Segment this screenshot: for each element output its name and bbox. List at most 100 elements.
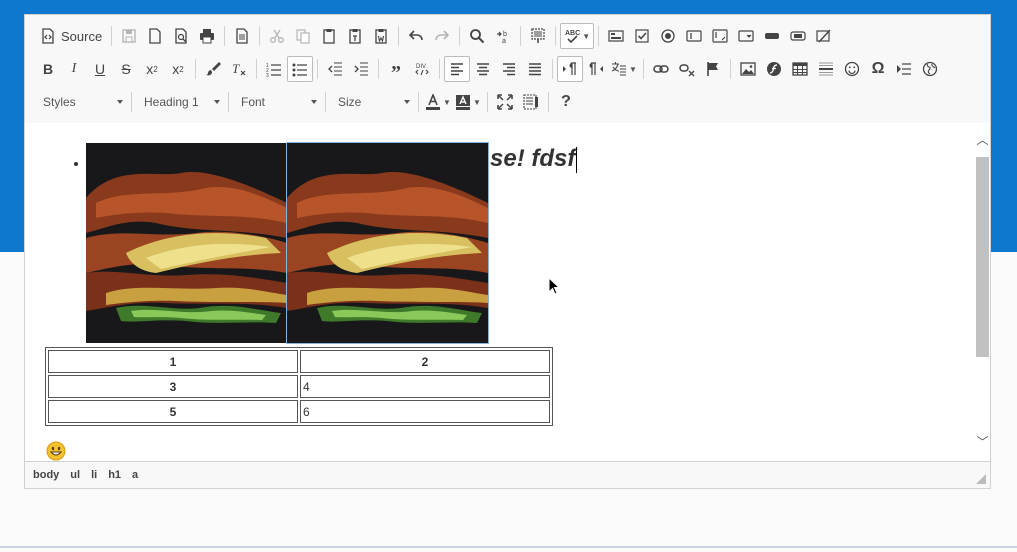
- svg-text:ABC: ABC: [565, 30, 580, 37]
- scroll-down-icon[interactable]: ﹀: [975, 435, 990, 449]
- image-button-button[interactable]: [785, 23, 811, 49]
- form-button[interactable]: [603, 23, 629, 49]
- image-button[interactable]: [735, 56, 761, 82]
- scrollbar-thumb[interactable]: [976, 157, 989, 357]
- text-color-button[interactable]: ▼: [423, 89, 453, 115]
- flash-button[interactable]: [761, 56, 787, 82]
- path-item-a[interactable]: a: [132, 469, 138, 481]
- increase-indent-button[interactable]: [348, 56, 374, 82]
- table-cell[interactable]: 3: [48, 375, 298, 398]
- styles-dropdown[interactable]: Styles: [35, 90, 127, 114]
- page-bottom-line: [0, 546, 1017, 548]
- redo-button[interactable]: [429, 23, 455, 49]
- toolbar-separator: [520, 26, 522, 46]
- paste-button[interactable]: [316, 23, 342, 49]
- copy-button[interactable]: [290, 23, 316, 49]
- radio-button[interactable]: [655, 23, 681, 49]
- maximize-button[interactable]: [492, 89, 518, 115]
- new-page-button[interactable]: [142, 23, 168, 49]
- editor-content[interactable]: se! fdsf 1 2 3 4 5 6: [25, 123, 990, 461]
- inline-image[interactable]: [86, 143, 287, 343]
- toolbar-separator: [111, 26, 113, 46]
- globe-icon: [922, 61, 938, 77]
- horizontal-rule-button[interactable]: [813, 56, 839, 82]
- select-all-button[interactable]: [525, 23, 551, 49]
- maximize-icon: [497, 94, 513, 110]
- templates-button[interactable]: [229, 23, 255, 49]
- remove-format-button[interactable]: T: [226, 56, 252, 82]
- language-button[interactable]: ▼: [609, 56, 639, 82]
- italic-button[interactable]: I: [61, 56, 87, 82]
- special-character-button[interactable]: Ω: [865, 56, 891, 82]
- table-cell[interactable]: 6: [300, 400, 550, 423]
- table-cell[interactable]: 4: [300, 375, 550, 398]
- scroll-up-icon[interactable]: ︿: [975, 133, 990, 147]
- heading-text[interactable]: se! fdsf: [490, 143, 578, 175]
- help-button[interactable]: ?: [553, 89, 579, 115]
- select-field-button[interactable]: [733, 23, 759, 49]
- unlink-button[interactable]: [674, 56, 700, 82]
- table-cell[interactable]: 2: [300, 350, 550, 373]
- table-button[interactable]: [787, 56, 813, 82]
- align-left-button[interactable]: [444, 56, 470, 82]
- undo-button[interactable]: [403, 23, 429, 49]
- font-size-dropdown[interactable]: Size: [330, 90, 414, 114]
- replace-button[interactable]: ba: [490, 23, 516, 49]
- show-blocks-button[interactable]: [518, 89, 544, 115]
- link-button[interactable]: [648, 56, 674, 82]
- text-direction-rtl-button[interactable]: [583, 56, 609, 82]
- toolbar-row-2: B I U S x2 x2 T 123 ” DIV ▼ Ω: [35, 54, 943, 84]
- table-cell[interactable]: 5: [48, 400, 298, 423]
- hidden-field-button[interactable]: [811, 23, 837, 49]
- find-button[interactable]: [464, 23, 490, 49]
- save-button[interactable]: [116, 23, 142, 49]
- content-table[interactable]: 1 2 3 4 5 6: [45, 347, 553, 426]
- selected-inline-image[interactable]: [286, 142, 489, 344]
- vertical-scrollbar[interactable]: ︿ ﹀: [975, 123, 990, 461]
- indent-icon: [354, 62, 368, 76]
- chevron-down-icon: [311, 100, 317, 104]
- anchor-button[interactable]: [700, 56, 726, 82]
- path-item-h1[interactable]: h1: [108, 469, 121, 481]
- print-button[interactable]: [194, 23, 220, 49]
- table-cell[interactable]: 1: [48, 350, 298, 373]
- page-break-button[interactable]: [891, 56, 917, 82]
- background-color-button[interactable]: ▼: [453, 89, 483, 115]
- textarea-button[interactable]: [707, 23, 733, 49]
- strikethrough-button[interactable]: S: [113, 56, 139, 82]
- paste-from-word-button[interactable]: [368, 23, 394, 49]
- align-right-button[interactable]: [496, 56, 522, 82]
- iframe-button[interactable]: [917, 56, 943, 82]
- blockquote-button[interactable]: ”: [383, 56, 409, 84]
- bulleted-list-button[interactable]: [287, 56, 313, 82]
- smiley-button[interactable]: [839, 56, 865, 82]
- create-div-button[interactable]: DIV: [409, 56, 435, 82]
- decrease-indent-button[interactable]: [322, 56, 348, 82]
- resize-handle-icon[interactable]: [976, 474, 986, 484]
- heading-link-text[interactable]: se! fdsf: [490, 145, 575, 172]
- preview-button[interactable]: [168, 23, 194, 49]
- underline-button[interactable]: U: [87, 56, 113, 82]
- format-dropdown[interactable]: Heading 1: [136, 90, 224, 114]
- checkbox-button[interactable]: [629, 23, 655, 49]
- font-dropdown[interactable]: Font: [233, 90, 321, 114]
- text-field-button[interactable]: [681, 23, 707, 49]
- toolbar-separator: [325, 92, 326, 112]
- superscript-button[interactable]: x2: [165, 56, 191, 82]
- subscript-button[interactable]: x2: [139, 56, 165, 82]
- bold-button[interactable]: B: [35, 56, 61, 82]
- form-button-button[interactable]: [759, 23, 785, 49]
- spell-check-button[interactable]: ABC ▼: [560, 23, 595, 49]
- source-button[interactable]: Source: [35, 23, 107, 49]
- cut-button[interactable]: [264, 23, 290, 49]
- copy-formatting-button[interactable]: [200, 56, 226, 82]
- paste-text-button[interactable]: [342, 23, 368, 49]
- justify-button[interactable]: [522, 56, 548, 82]
- smiley-emoticon-icon[interactable]: [46, 441, 66, 461]
- path-item-li[interactable]: li: [91, 469, 97, 481]
- path-item-body[interactable]: body: [33, 469, 59, 481]
- path-item-ul[interactable]: ul: [70, 469, 80, 481]
- numbered-list-button[interactable]: 123: [261, 56, 287, 82]
- text-direction-ltr-button[interactable]: [557, 56, 583, 82]
- align-center-button[interactable]: [470, 56, 496, 82]
